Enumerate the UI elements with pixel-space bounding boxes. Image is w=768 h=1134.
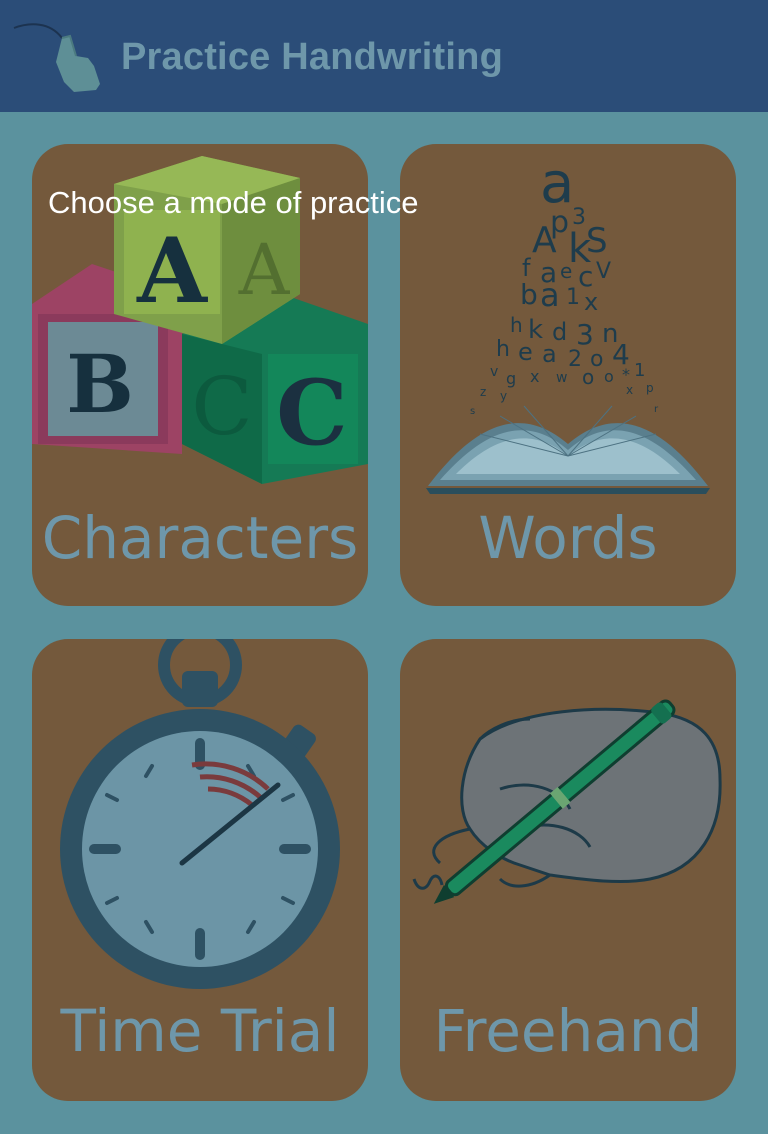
hand-writing-pen-icon: [412, 699, 722, 904]
stopwatch-icon: [60, 639, 340, 989]
svg-text:z: z: [480, 385, 486, 399]
time-trial-label: Time Trial: [60, 997, 340, 1065]
svg-text:C: C: [276, 360, 348, 466]
mode-prompt: Choose a mode of practice: [48, 185, 419, 220]
svg-text:S: S: [586, 221, 608, 261]
svg-text:r: r: [654, 404, 659, 415]
freehand-label: Freehand: [433, 997, 703, 1065]
svg-text:y: y: [500, 389, 507, 403]
svg-text:*: *: [622, 365, 630, 384]
svg-text:A: A: [532, 220, 557, 261]
svg-text:g: g: [506, 369, 516, 388]
svg-text:1: 1: [566, 285, 580, 310]
svg-text:e: e: [560, 259, 572, 283]
svg-text:B: B: [66, 337, 134, 431]
svg-text:x: x: [530, 367, 539, 386]
svg-text:a: a: [540, 276, 560, 314]
svg-text:h: h: [496, 337, 510, 362]
svg-text:w: w: [556, 370, 567, 386]
app-title: Practice Handwriting: [121, 36, 503, 78]
svg-text:o: o: [582, 365, 594, 389]
words-label: Words: [478, 504, 658, 572]
svg-text:A: A: [136, 218, 208, 324]
svg-text:2: 2: [568, 347, 582, 372]
words-mode-button[interactable]: a p 3 A k S f a e c V b a 1 x h k d 3 n …: [400, 144, 736, 606]
svg-text:e: e: [518, 338, 533, 366]
svg-text:1: 1: [634, 360, 645, 381]
open-book-letters-icon: a p 3 A k S f a e c V b a 1 x h k d 3 n …: [426, 151, 710, 494]
svg-text:o: o: [604, 367, 614, 386]
svg-text:b: b: [520, 278, 538, 311]
svg-text:v: v: [490, 364, 498, 380]
svg-text:x: x: [584, 288, 598, 316]
svg-text:C: C: [191, 360, 252, 453]
svg-text:s: s: [470, 406, 475, 417]
svg-text:a: a: [542, 340, 557, 368]
svg-text:h: h: [510, 313, 523, 337]
svg-text:x: x: [626, 383, 633, 397]
svg-text:V: V: [596, 259, 611, 284]
freehand-mode-button[interactable]: Freehand: [400, 639, 736, 1101]
svg-text:A: A: [238, 229, 291, 311]
pointing-hand-icon: [13, 23, 100, 92]
characters-label: Characters: [41, 504, 359, 572]
svg-text:p: p: [646, 381, 654, 395]
time-trial-mode-button[interactable]: Time Trial: [32, 639, 368, 1101]
app-bar: Practice Handwriting: [0, 0, 768, 112]
